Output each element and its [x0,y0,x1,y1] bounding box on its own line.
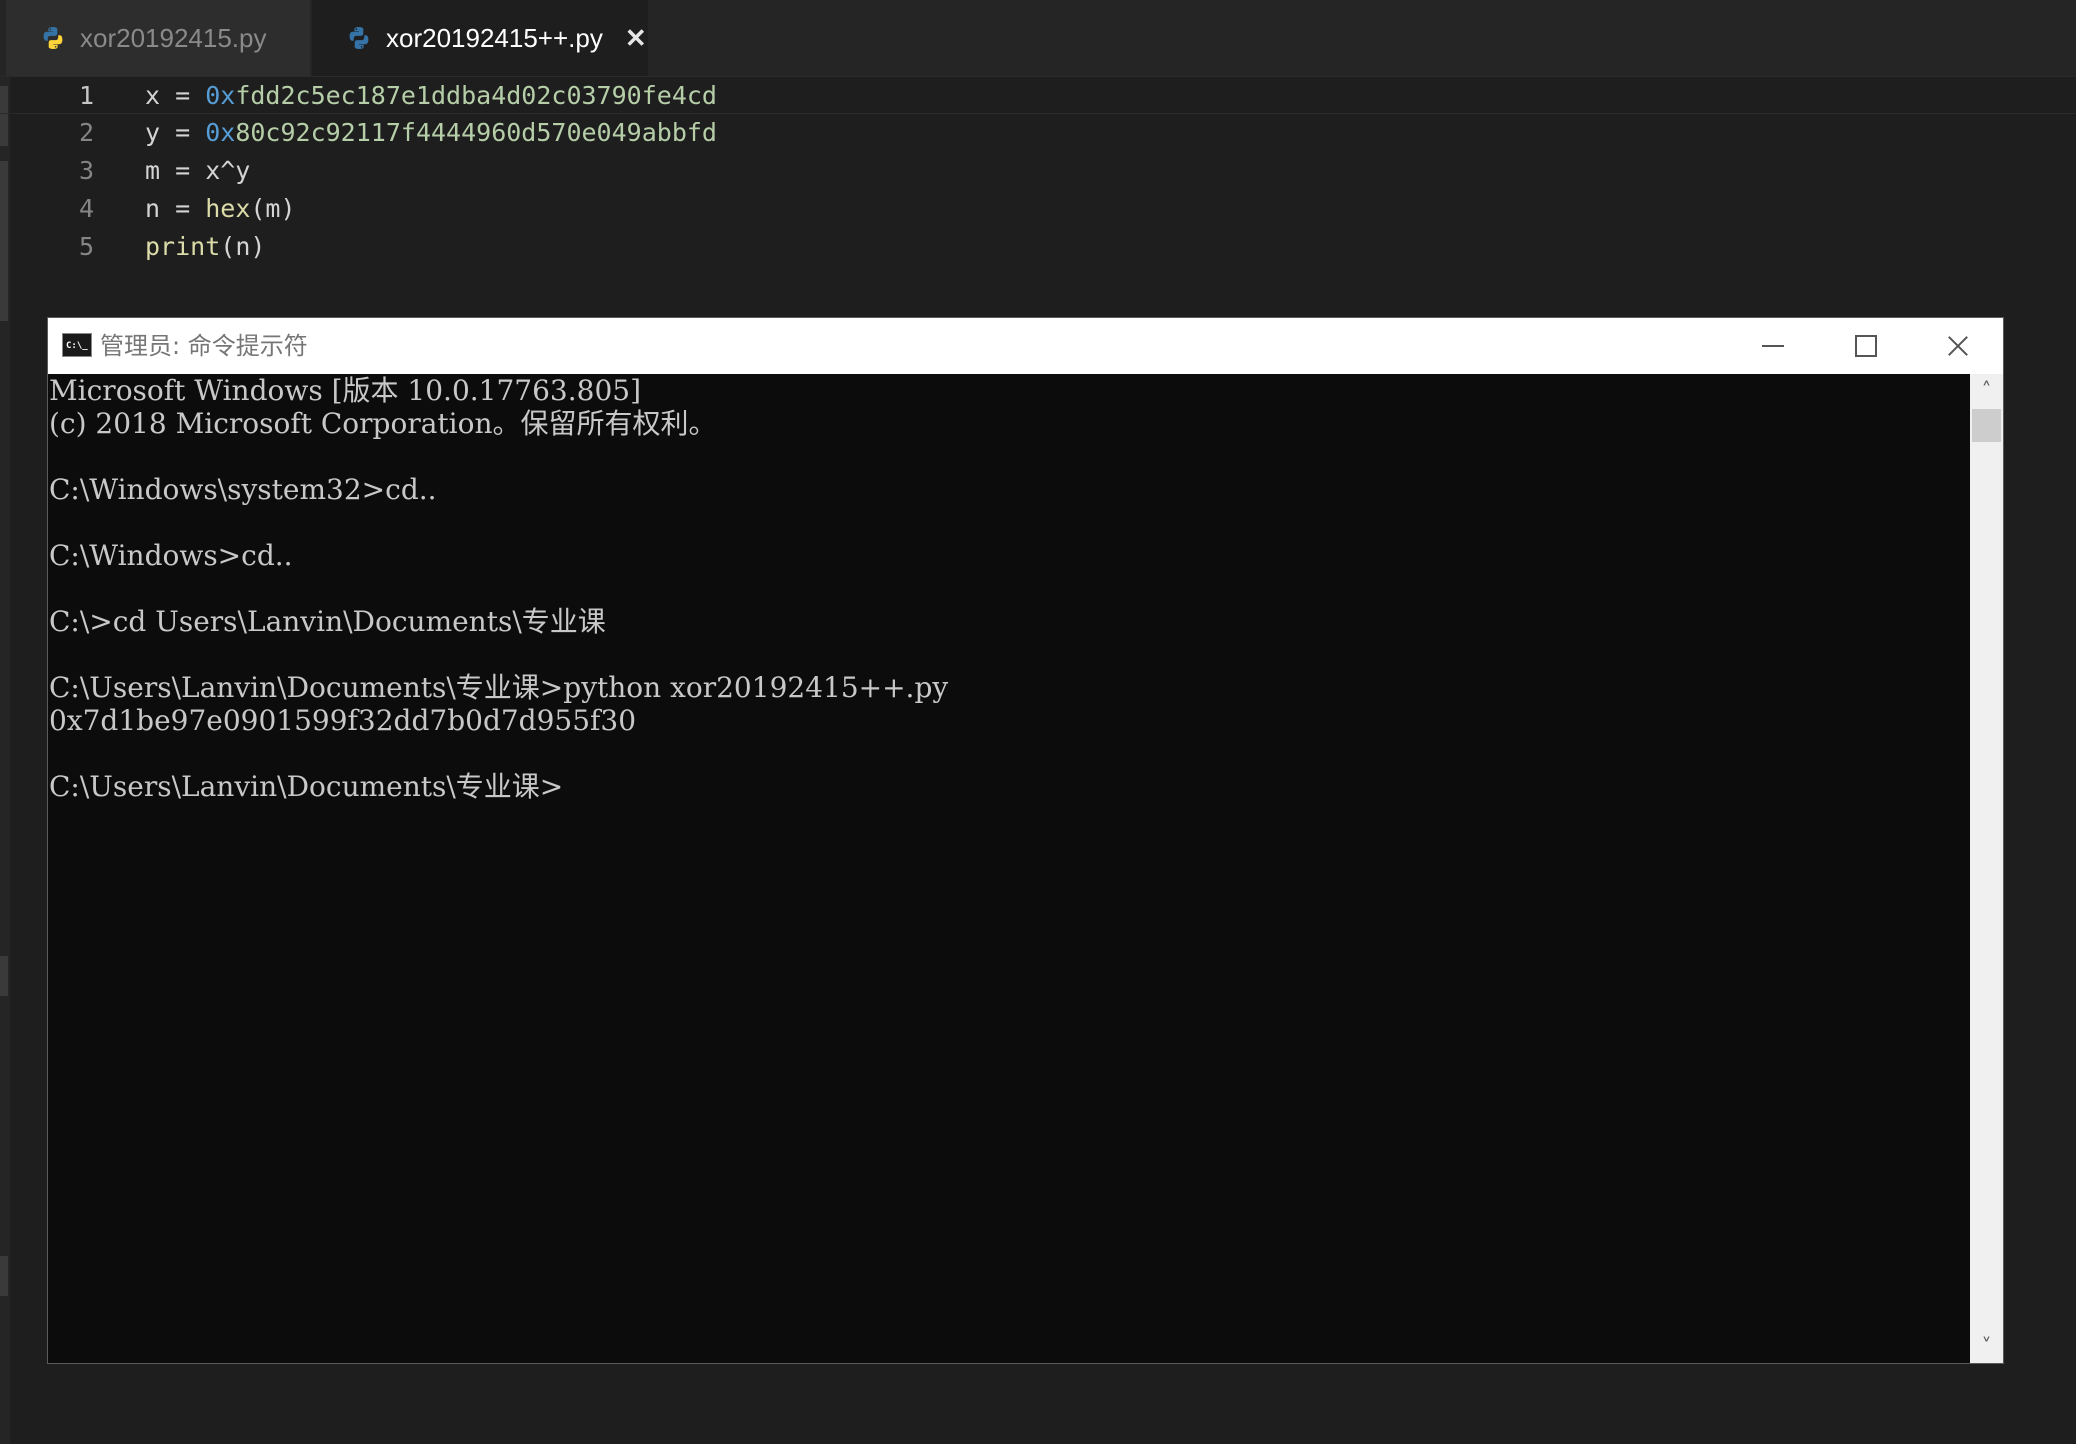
code-token: 0x [205,81,236,110]
console-line: Microsoft Windows [版本 10.0.17763.805] [49,374,641,407]
minimize-button[interactable] [1727,318,1819,374]
console-line: C:\Users\Lanvin\Documents\专业课>python xor… [49,671,949,704]
code-token: fdd2c5ec187e1ddba4d02c03790fe4cd [235,81,717,110]
minimize-icon [1762,345,1784,347]
code-editor[interactable]: 1 x = 0xfdd2c5ec187e1ddba4d02c03790fe4cd… [0,76,2076,316]
code-text: n = hex(m) [145,190,296,228]
maximize-button[interactable] [1819,318,1911,374]
console-line: C:\Windows\system32>cd.. [49,473,437,506]
code-token: (m) [250,194,296,223]
scrollbar-thumb[interactable] [1972,409,2001,442]
code-text: m = x^y [145,152,250,190]
tab-xor20192415-plusplus-py[interactable]: xor20192415++.py ✕ [312,0,648,76]
line-number: 1 [78,81,94,110]
console-line: 0x7d1be97e0901599f32dd7b0d7d955f30 [49,704,637,737]
code-token: m = x^y [145,156,251,185]
code-text: x = 0xfdd2c5ec187e1ddba4d02c03790fe4cd [145,77,717,115]
code-line[interactable]: 2 y = 0x80c92c92117f4444960d570e049abbfd [0,114,2076,152]
window-title: 管理员: 命令提示符 [100,332,308,360]
python-file-icon [43,27,63,49]
tab-label: xor20192415++.py [386,22,603,53]
code-token: (n) [220,232,266,261]
code-line[interactable]: 4 n = hex(m) [0,190,2076,228]
line-number: 2 [78,118,94,147]
code-token: y = [145,118,206,147]
code-token: 80c92c92117f4444960d570e049abbfd [235,118,717,147]
code-line[interactable]: 1 x = 0xfdd2c5ec187e1ddba4d02c03790fe4cd [0,76,2076,114]
console-line: C:\>cd Users\Lanvin\Documents\专业课 [49,605,606,638]
code-text: print(n) [145,228,265,266]
cmd-icon: C:\_ [62,333,92,357]
line-number: 5 [78,232,94,261]
scroll-down-arrow-icon[interactable]: ˅ [1970,1330,2003,1363]
code-token: n = [145,194,206,223]
code-token: print [145,232,221,261]
code-token: hex [205,194,251,223]
close-button[interactable] [1911,318,2003,374]
console-output[interactable]: Microsoft Windows [版本 10.0.17763.805] (c… [48,374,1970,1363]
command-prompt-window[interactable]: C:\_ 管理员: 命令提示符 Microsoft Windows [版本 10… [47,317,2004,1364]
tab-label: xor20192415.py [80,22,267,53]
maximize-icon [1855,335,1877,357]
scroll-up-arrow-icon[interactable]: ˄ [1970,374,2003,407]
tab-xor20192415-py[interactable]: xor20192415.py [6,0,310,76]
code-token: 0x [205,118,236,147]
line-number: 3 [78,156,94,185]
code-line[interactable]: 3 m = x^y [0,152,2076,190]
close-tab-icon[interactable]: ✕ [625,23,647,54]
cmd-title-bar[interactable]: C:\_ 管理员: 命令提示符 [48,318,2003,374]
code-line[interactable]: 5 print(n) [0,228,2076,266]
editor-tab-bar: xor20192415.py xor20192415++.py ✕ [0,0,2076,77]
line-number: 4 [78,194,94,223]
python-file-icon [349,27,369,49]
console-line: C:\Windows>cd.. [49,539,293,572]
code-text: y = 0x80c92c92117f4444960d570e049abbfd [145,114,717,152]
code-token: x = [145,81,206,110]
console-prompt[interactable]: C:\Users\Lanvin\Documents\专业课> [49,770,1970,803]
console-line: (c) 2018 Microsoft Corporation。保留所有权利。 [49,407,717,440]
vertical-scrollbar[interactable]: ˄ ˅ [1970,374,2003,1363]
